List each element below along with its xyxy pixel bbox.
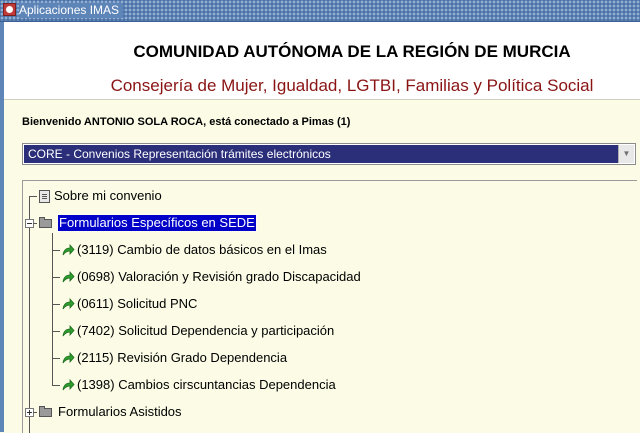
green-arrow-icon [62, 378, 75, 391]
tree-item-label[interactable]: (3119) Cambio de datos básicos en el Ima… [77, 240, 327, 260]
document-icon [39, 190, 50, 203]
tree-item-label[interactable]: (7402) Solicitud Dependencia y participa… [77, 321, 334, 341]
page-header: COMUNIDAD AUTÓNOMA DE LA REGIÓN DE MURCI… [4, 22, 640, 100]
green-arrow-icon [62, 297, 75, 310]
tree-item-form[interactable]: (7402) Solicitud Dependencia y participa… [23, 321, 623, 341]
tree-item-form[interactable]: (0698) Valoración y Revisión grado Disca… [23, 267, 623, 287]
green-arrow-icon [62, 351, 75, 364]
org-title: COMUNIDAD AUTÓNOMA DE LA REGIÓN DE MURCI… [133, 42, 571, 61]
tree-connector [33, 412, 37, 413]
tree-connector [52, 385, 60, 386]
tree-node-sobre[interactable]: Sobre mi convenio [23, 186, 323, 206]
green-arrow-icon [62, 243, 75, 256]
folder-icon [39, 406, 52, 417]
convenio-select-value[interactable]: CORE - Convenios Representación trámites… [24, 145, 618, 163]
chevron-down-icon[interactable]: ▼ [618, 145, 634, 163]
tree-item-form[interactable]: (3119) Cambio de datos básicos en el Ima… [23, 240, 623, 260]
tree-item-label[interactable]: (2115) Revisión Grado Dependencia [77, 348, 287, 368]
tree-node-label[interactable]: Sobre mi convenio [54, 186, 162, 206]
tree-item-form[interactable]: (0611) Solicitud PNC [23, 294, 623, 314]
tree-connector [52, 331, 60, 332]
green-arrow-icon [62, 270, 75, 283]
tree-item-form[interactable]: (1398) Cambios cirscuntancias Dependenci… [23, 375, 623, 395]
window-title: Aplicaciones IMAS [19, 3, 124, 18]
tree-node-formularios-asistidos[interactable]: Formularios Asistidos [23, 402, 423, 422]
tree-item-form[interactable]: (2115) Revisión Grado Dependencia [23, 348, 623, 368]
tree-connector [29, 196, 37, 197]
forms-tree[interactable]: Sobre mi convenio Formularios Específico… [22, 180, 637, 433]
tree-node-formularios-especificos[interactable]: Formularios Específicos en SEDE [23, 213, 423, 233]
green-arrow-icon [62, 324, 75, 337]
welcome-message: Bienvenido ANTONIO SOLA ROCA, está conec… [22, 116, 351, 128]
tree-connector [52, 304, 60, 305]
tree-connector [33, 223, 37, 224]
window-titlebar[interactable]: Aplicaciones IMAS [0, 0, 640, 22]
tree-node-label[interactable]: Formularios Asistidos [58, 402, 182, 422]
tree-connector [52, 358, 60, 359]
tree-node-label[interactable]: Formularios Específicos en SEDE [57, 214, 257, 232]
folder-icon [39, 217, 52, 228]
tree-item-label[interactable]: (0698) Valoración y Revisión grado Disca… [77, 267, 361, 287]
department-title: Consejería de Mujer, Igualdad, LGTBI, Fa… [110, 76, 594, 95]
tree-item-label[interactable]: (1398) Cambios cirscuntancias Dependenci… [77, 375, 336, 395]
convenio-select[interactable]: CORE - Convenios Representación trámites… [22, 143, 636, 165]
tree-connector [52, 250, 60, 251]
app-icon[interactable] [3, 3, 16, 16]
tree-item-label[interactable]: (0611) Solicitud PNC [77, 294, 197, 314]
tree-connector [52, 277, 60, 278]
